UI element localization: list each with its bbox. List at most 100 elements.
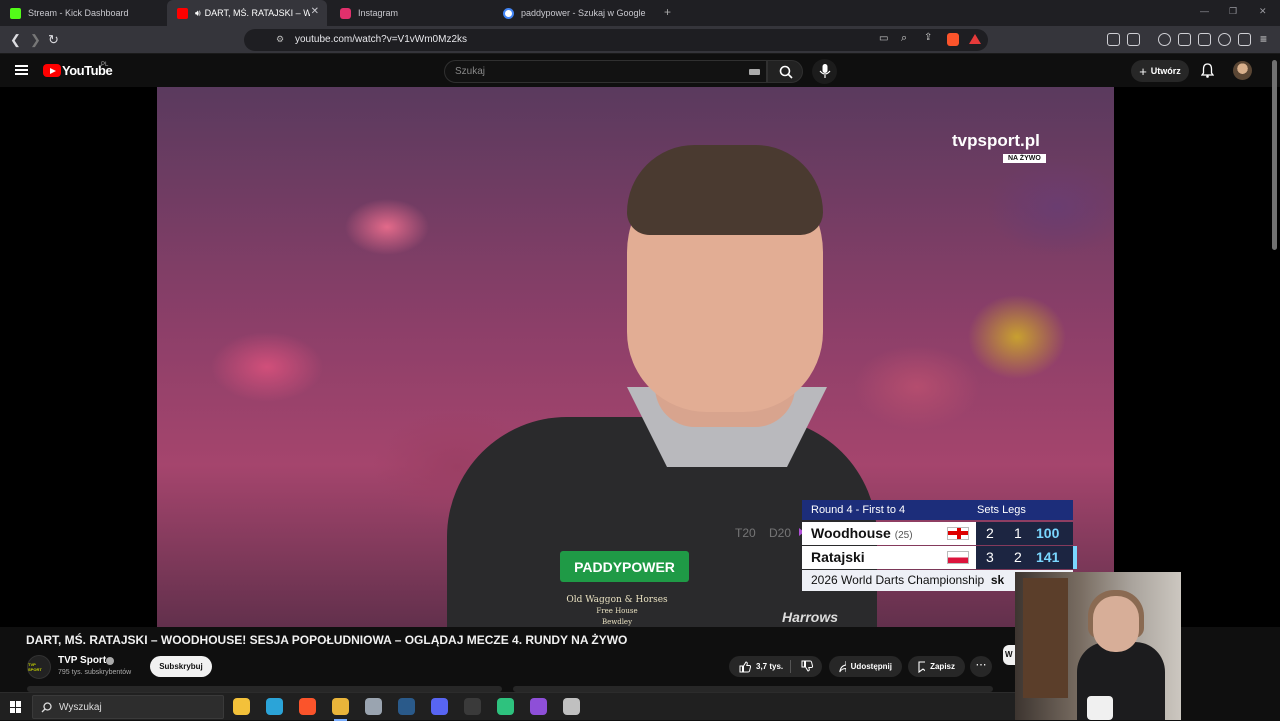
sponsor-logo: PADDYPOWER <box>560 551 689 582</box>
obs-icon[interactable] <box>464 698 481 715</box>
webcam-cup <box>1087 696 1113 720</box>
account-avatar[interactable] <box>1233 61 1252 80</box>
player-name: Woodhouse (25) <box>811 525 913 541</box>
cast-icon[interactable]: ▭ <box>879 33 888 44</box>
discord-icon[interactable] <box>431 698 448 715</box>
shirt-line-2: Free House <box>596 607 638 615</box>
kick-favicon-icon <box>10 7 21 19</box>
shirt-line-3: Bewdley <box>601 618 633 626</box>
channel-avatar[interactable]: TVP SPORT <box>27 655 51 679</box>
webcam-shelf <box>1023 578 1068 698</box>
scoreboard-edge <box>1073 546 1077 569</box>
url-text[interactable]: youtube.com/watch?v=V1vWm0Mz2ks <box>295 34 467 45</box>
leo-ai-icon[interactable] <box>1218 33 1231 46</box>
search-button[interactable] <box>767 60 803 83</box>
subscriber-count: 795 tys. subskrybentów <box>58 669 132 676</box>
shirt-sponsor-text: Old Waggon & Horses Free House Bewdley <box>552 595 682 627</box>
scoreboard-row: Ratajski 3 2 141 <box>802 546 1073 569</box>
youtube-favicon-icon <box>177 7 188 19</box>
plus-icon: + <box>1139 63 1147 79</box>
poland-flag-icon <box>947 551 969 564</box>
menu-icon[interactable]: ≡ <box>1260 32 1267 46</box>
search-input[interactable]: Szukaj <box>444 60 767 83</box>
player-hair <box>627 145 823 235</box>
windows-taskbar: Wyszukaj <box>0 692 1015 721</box>
youtube-header: YouTube PL Szukaj + Utwórz <box>0 54 1280 87</box>
media-controls-icon[interactable] <box>1158 33 1171 46</box>
file-explorer-icon[interactable] <box>233 698 250 715</box>
microphone-icon <box>819 64 831 78</box>
create-button[interactable]: + Utwórz <box>1131 60 1189 82</box>
channel-name[interactable]: TVP Sport <box>58 655 106 666</box>
brave-rewards-icon[interactable] <box>969 34 981 44</box>
back-icon[interactable]: ❮ <box>10 32 21 48</box>
vpn-shield-icon[interactable] <box>1238 33 1251 46</box>
tab-close-icon[interactable]: ✕ <box>311 6 319 17</box>
browser-tab-strip: Stream - Kick Dashboard 🔊︎ DART, MŚ. RAT… <box>0 0 1280 26</box>
share-page-icon[interactable]: ⇪ <box>924 32 932 43</box>
keyboard-icon[interactable] <box>749 69 760 75</box>
tab-kick-dashboard[interactable]: Stream - Kick Dashboard <box>0 0 165 26</box>
chrome-icon[interactable] <box>332 698 349 721</box>
like-button[interactable]: 3,7 tys. <box>729 656 822 677</box>
screenshot-icon[interactable] <box>1127 33 1140 46</box>
page-scrollbar[interactable] <box>1272 60 1277 250</box>
taskbar-search-input[interactable]: Wyszukaj <box>32 695 224 719</box>
sets-value: 2 <box>986 525 994 541</box>
extensions-icon[interactable] <box>1107 33 1120 46</box>
shirt-harrows-text: Harrows <box>782 609 839 625</box>
thumbs-down-icon[interactable] <box>801 660 813 672</box>
notifications-icon[interactable] <box>1200 63 1215 83</box>
england-flag-icon <box>947 527 969 540</box>
tab-google-search[interactable]: paddypower - Szukaj w Google <box>493 0 658 26</box>
reload-icon[interactable]: ↻ <box>48 32 59 48</box>
restore-icon[interactable]: ❐ <box>1229 6 1237 17</box>
more-actions-button[interactable]: ⋯ <box>970 656 992 677</box>
new-tab-button[interactable]: + <box>664 5 671 19</box>
tab-youtube-video[interactable]: 🔊︎ DART, MŚ. RATAJSKI – WOOD ✕ <box>167 0 327 26</box>
brave-shields-icon[interactable] <box>947 33 959 46</box>
scoreboard-header: Round 4 - First to 4 Sets Legs <box>802 500 1073 520</box>
shirt-line-1: Old Waggon & Horses <box>566 595 668 605</box>
youtube-logo-icon[interactable] <box>43 64 61 77</box>
tab-label: paddypower - Szukaj w Google <box>521 8 646 18</box>
minimize-icon[interactable]: — <box>1200 6 1209 16</box>
save-button[interactable]: Zapisz <box>908 656 965 677</box>
event-suffix: sk <box>990 573 1005 587</box>
edge-icon[interactable] <box>266 698 283 715</box>
voice-search-button[interactable] <box>812 59 837 84</box>
live-badge: NA ŻYWO <box>1003 154 1046 163</box>
browser-toolbar: ❮ ❯ ↻ 🔖︎ ⚙︎ youtube.com/watch?v=V1vWm0Mz… <box>0 26 1280 54</box>
ghost-t20-text: T20 <box>735 526 756 540</box>
address-bar[interactable]: ⚙︎ youtube.com/watch?v=V1vWm0Mz2ks ▭ ⌕ ⇪ <box>244 29 988 51</box>
brave-icon[interactable] <box>299 698 316 715</box>
sets-legs-label: Sets Legs <box>977 504 1026 516</box>
instagram-favicon-icon <box>340 7 351 19</box>
site-info-icon[interactable]: ⚙︎ <box>276 34 284 45</box>
app-multi-icon[interactable] <box>530 698 547 715</box>
app-green-icon[interactable] <box>497 698 514 715</box>
share-button[interactable]: Udostępnij <box>829 656 902 677</box>
forward-icon[interactable]: ❯ <box>30 32 41 48</box>
sidebar-icon[interactable] <box>1178 33 1191 46</box>
tab-instagram[interactable]: Instagram <box>330 0 490 26</box>
windows-start-icon[interactable] <box>10 701 22 713</box>
taskbar-search-icon <box>41 702 52 713</box>
app-grey-icon[interactable] <box>563 698 580 715</box>
app-generic-icon[interactable] <box>365 698 382 715</box>
points-value: 100 <box>1036 525 1060 541</box>
zoom-icon[interactable]: ⌕ <box>901 32 907 45</box>
speaker-icon[interactable]: 🔊︎ <box>195 8 201 19</box>
chip-w[interactable]: W <box>1003 645 1015 665</box>
google-favicon-icon <box>503 7 514 19</box>
broadcaster-watermark: tvpsport.pl <box>952 131 1040 150</box>
video-title: DART, MŚ. RATAJSKI – WOODHOUSE! SESJA PO… <box>26 633 628 647</box>
close-window-icon[interactable]: ✕ <box>1259 6 1267 17</box>
player-name: Ratajski <box>811 549 865 565</box>
hamburger-menu-icon[interactable] <box>15 65 28 75</box>
share-label: Udostępnij <box>850 662 892 671</box>
tab-label: Stream - Kick Dashboard <box>28 8 129 18</box>
wallet-icon[interactable] <box>1198 33 1211 46</box>
subscribe-button[interactable]: Subskrybuj <box>150 656 212 677</box>
steam-icon[interactable] <box>398 698 415 715</box>
